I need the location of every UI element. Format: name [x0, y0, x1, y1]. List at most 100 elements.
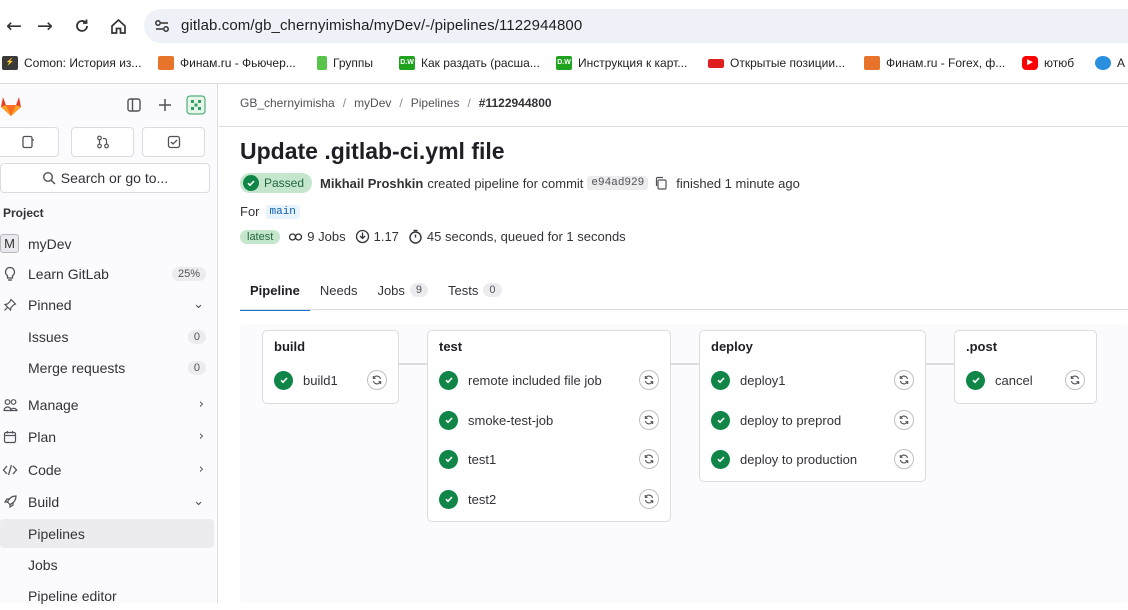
bookmark-finam-forex[interactable]: Финам.ru - Forex, ф... [864, 52, 1005, 74]
retry-icon[interactable] [894, 410, 914, 430]
stage-post: .post cancel [954, 330, 1097, 404]
retry-icon[interactable] [639, 489, 659, 509]
bookmark-card-instructions[interactable]: D.W Инструкция к карт... [556, 52, 687, 74]
bookmark-how-to-share[interactable]: D.W Как раздать (расша... [399, 52, 540, 74]
copy-icon[interactable] [654, 176, 668, 190]
chevron-right-icon: › [198, 429, 204, 444]
tab-pipeline[interactable]: Pipeline [240, 270, 310, 311]
job-item[interactable]: smoke-test-job [428, 402, 670, 438]
merge-requests-count-badge: 0 [187, 360, 206, 375]
user-avatar-icon[interactable] [184, 93, 208, 117]
breadcrumb: GB_chernyimisha / myDev / Pipelines / #1… [240, 96, 552, 110]
job-item[interactable]: test1 [428, 441, 670, 477]
tab-needs[interactable]: Needs [310, 270, 368, 310]
sidebar-item-pinned[interactable]: Pinned ⌄ [0, 290, 214, 319]
sidebar-item-project[interactable]: M myDev [0, 229, 214, 258]
bookmark-more[interactable]: A [1095, 52, 1125, 74]
branch-link[interactable]: main [265, 204, 300, 219]
commit-sha[interactable]: e94ad929 [587, 176, 649, 190]
learn-progress-badge: 25% [171, 266, 206, 281]
stage-title: build [274, 339, 306, 354]
job-item[interactable]: deploy1 [700, 362, 925, 398]
search-label: Search or go to... [60, 170, 169, 186]
sidebar-item-merge-requests[interactable]: Merge requests 0 [0, 353, 214, 382]
sidebar-item-manage[interactable]: Manage › [0, 390, 214, 419]
sidebar-item-label: Merge requests [28, 359, 126, 376]
bookmark-finam-futures[interactable]: Финам.ru - Фьючер... [158, 52, 296, 74]
sidebar-item-code[interactable]: Code › [0, 455, 214, 484]
plus-icon[interactable] [153, 93, 177, 117]
code-icon [2, 462, 18, 478]
retry-icon[interactable] [367, 370, 387, 390]
pipeline-author[interactable]: Mikhail Proshkin [320, 176, 423, 191]
sidebar-item-issues[interactable]: Issues 0 [0, 322, 214, 351]
bookmark-youtube[interactable]: ▶ ютюб [1022, 52, 1074, 74]
success-status-icon [711, 449, 730, 469]
forward-icon[interactable]: → [31, 12, 59, 40]
merge-requests-button[interactable] [71, 127, 134, 157]
sidebar-item-label: Issues [28, 328, 69, 345]
merge-request-icon [96, 135, 109, 149]
address-bar[interactable]: gitlab.com/gb_chernyimisha/myDev/-/pipel… [144, 9, 1128, 43]
home-icon[interactable] [104, 12, 132, 40]
status-label: Passed [264, 176, 305, 190]
sidebar-item-label: Pinned [28, 296, 72, 313]
job-item[interactable]: deploy to preprod [700, 402, 925, 438]
stage-deploy: deploy deploy1 deploy to preprod deploy … [699, 330, 926, 482]
stage-title: test [439, 339, 463, 354]
search-button[interactable]: Search or go to... [0, 163, 210, 193]
breadcrumb-group[interactable]: GB_chernyimisha [240, 96, 335, 110]
retry-icon[interactable] [639, 449, 659, 469]
retry-icon[interactable] [894, 370, 914, 390]
bookmark-favicon [317, 56, 327, 70]
pin-icon [2, 297, 18, 313]
branch-row: For main [240, 204, 300, 219]
todo-list-button[interactable] [142, 127, 205, 157]
job-item[interactable]: cancel [955, 362, 1096, 398]
bookmark-comon[interactable]: ⚡ Comon: История из... [2, 52, 141, 74]
status-badge[interactable]: Passed [240, 173, 313, 193]
sidebar-item-learn-gitlab[interactable]: Learn GitLab 25% [0, 259, 214, 288]
reload-icon[interactable] [68, 12, 96, 40]
pipeline-info: latest 9 Jobs 1.17 45 seconds, queued fo… [240, 229, 626, 244]
gitlab-logo-icon[interactable] [0, 93, 24, 117]
back-icon[interactable]: ← [0, 12, 28, 40]
stage-test: test remote included file job smoke-test… [427, 330, 671, 522]
lightbulb-icon [2, 266, 18, 282]
bookmark-groups[interactable]: Группы [317, 52, 373, 74]
breadcrumb-project[interactable]: myDev [354, 96, 391, 110]
tests-tab-count: 0 [483, 283, 502, 297]
site-settings-icon[interactable] [152, 16, 172, 36]
sidebar-item-plan[interactable]: Plan › [0, 422, 214, 451]
bookmark-open-positions[interactable]: Открытые позиции... [708, 52, 845, 74]
sidebar-toggle-icon[interactable] [122, 93, 146, 117]
success-status-icon [439, 370, 458, 390]
bookmark-favicon [708, 58, 724, 68]
browser-toolbar: ← → gitlab.com/gb_chernyimisha/myDev/-/p… [0, 0, 1128, 52]
page-title: Update .gitlab-ci.yml file [240, 138, 505, 164]
retry-icon[interactable] [639, 410, 659, 430]
url-text[interactable]: gitlab.com/gb_chernyimisha/myDev/-/pipel… [181, 17, 582, 34]
sidebar-item-build[interactable]: Build ⌄ [0, 487, 214, 516]
pipeline-graph: build build1 test remote included file j… [240, 324, 1128, 603]
jobs-tab-count: 9 [409, 283, 429, 297]
sidebar: Search or go to... Project M myDev Learn… [0, 84, 218, 604]
job-item[interactable]: test2 [428, 481, 670, 517]
job-item[interactable]: build1 [263, 362, 398, 398]
breadcrumb-pipelines[interactable]: Pipelines [411, 96, 460, 110]
tab-tests[interactable]: Tests 0 [438, 270, 511, 310]
sidebar-item-pipelines[interactable]: Pipelines [0, 519, 214, 548]
tab-jobs[interactable]: Jobs 9 [367, 270, 438, 310]
pipeline-meta: Passed Mikhail Proshkin created pipeline… [240, 172, 800, 194]
job-name: build1 [303, 372, 338, 388]
sidebar-shortcuts [0, 127, 218, 159]
assigned-issues-button[interactable] [0, 127, 59, 157]
breadcrumb-current[interactable]: #1122944800 [479, 96, 552, 110]
retry-icon[interactable] [894, 449, 914, 469]
retry-icon[interactable] [639, 370, 659, 390]
job-item[interactable]: remote included file job [428, 362, 670, 398]
retry-icon[interactable] [1065, 370, 1085, 390]
sidebar-item-pipeline-editor[interactable]: Pipeline editor [0, 581, 214, 610]
job-item[interactable]: deploy to production [700, 441, 925, 477]
sidebar-item-jobs[interactable]: Jobs [0, 550, 214, 579]
